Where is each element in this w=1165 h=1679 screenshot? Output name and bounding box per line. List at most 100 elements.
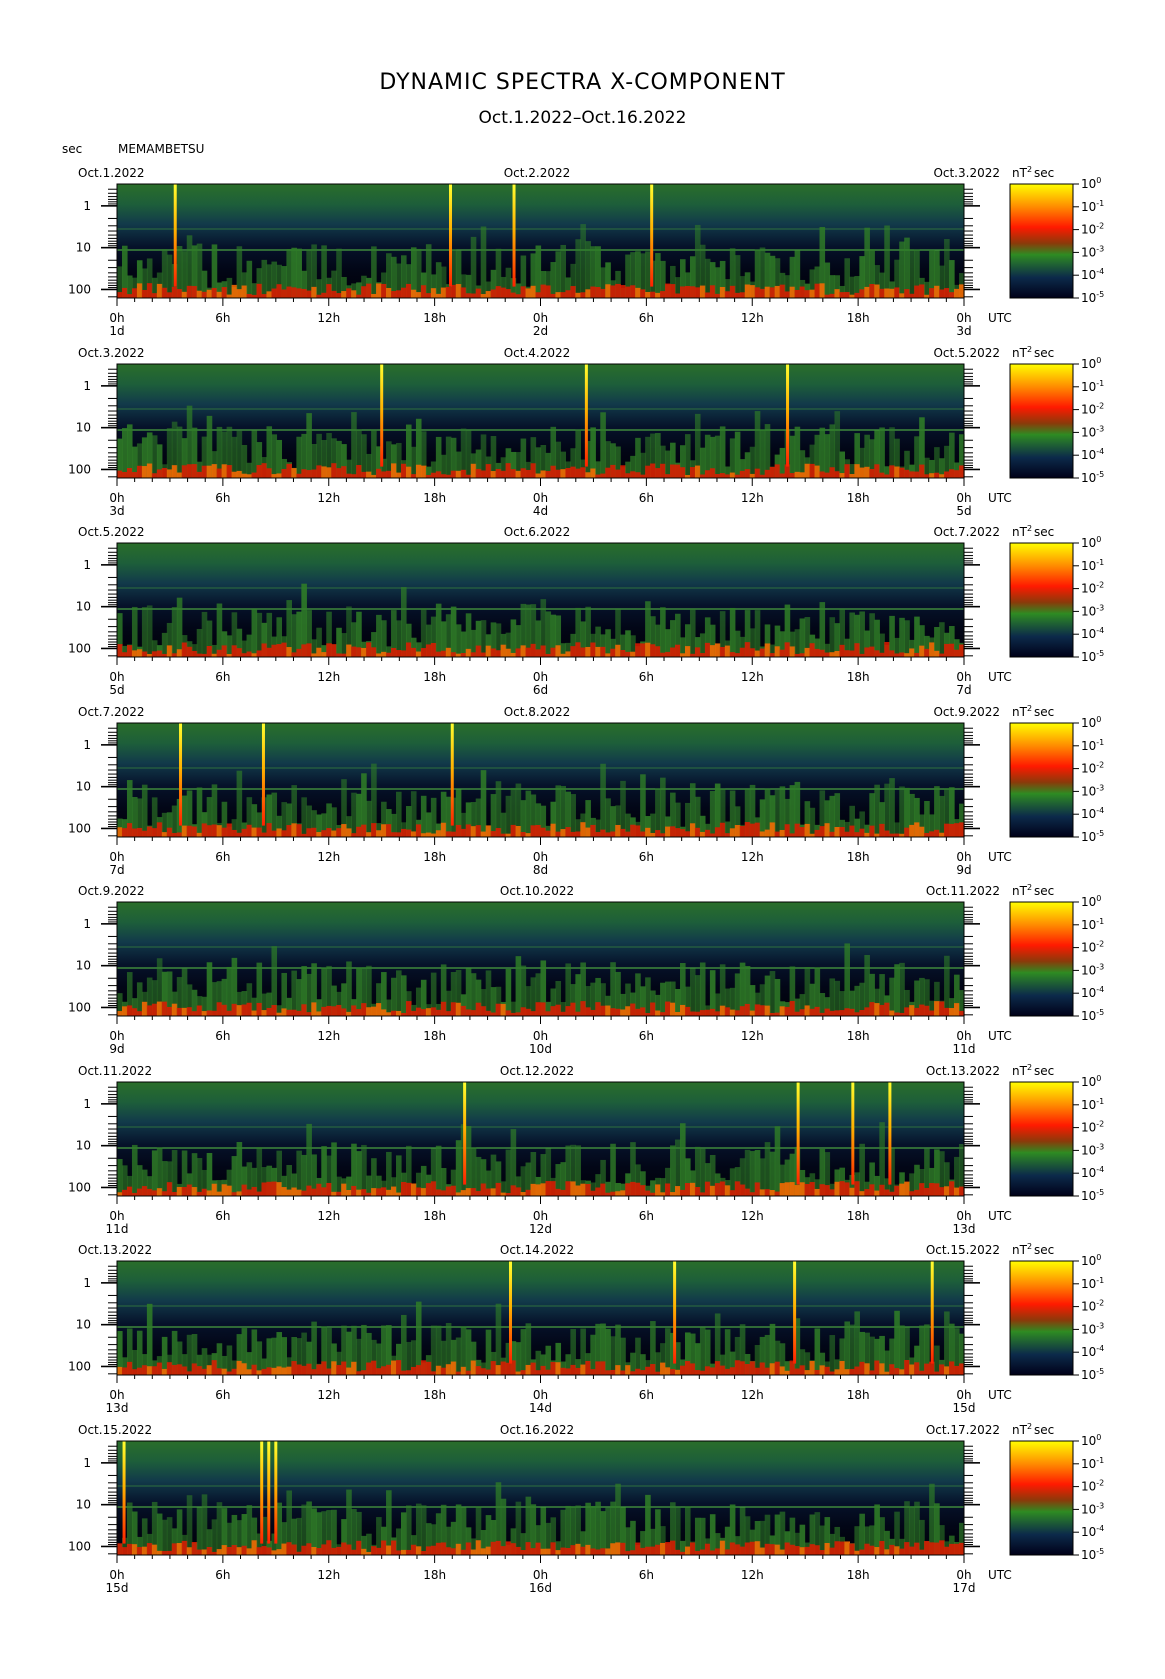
activity-column	[714, 435, 721, 478]
activity-peak	[784, 1006, 791, 1016]
activity-peak	[914, 285, 920, 298]
activity-peak	[261, 1182, 268, 1196]
y-tick-label: 10	[76, 241, 91, 255]
day-right-label: 13d	[953, 1222, 976, 1236]
activity-peak	[914, 471, 920, 478]
activity-column	[261, 259, 268, 298]
colorbar-tick-label: 10-3	[1081, 603, 1104, 618]
activity-column	[605, 1328, 611, 1375]
x-tick-label: 6h	[639, 670, 654, 684]
activity-peak	[714, 1183, 721, 1196]
activity-peak	[216, 1368, 223, 1375]
activity-peak	[450, 1361, 457, 1375]
activity-column	[291, 614, 297, 657]
activity-peak	[296, 1364, 302, 1375]
activity-peak	[630, 471, 636, 478]
activity-peak	[680, 829, 686, 837]
activity-peak	[585, 1007, 591, 1016]
x-tick-label: 0h	[109, 850, 124, 864]
date-right-label: Oct.9.2022	[933, 705, 1000, 719]
activity-column	[944, 1311, 950, 1375]
spike-event	[261, 723, 265, 826]
activity-peak	[226, 1371, 233, 1375]
activity-column	[236, 770, 243, 837]
activity-column	[864, 954, 870, 1016]
activity-peak	[166, 469, 173, 478]
activity-peak	[749, 1361, 756, 1375]
activity-column	[480, 620, 487, 657]
spike-event	[173, 184, 177, 287]
activity-peak	[415, 292, 422, 298]
activity-column	[749, 1151, 756, 1196]
activity-peak	[371, 1360, 377, 1375]
activity-peak	[635, 472, 641, 478]
y-tick-label: 10	[76, 780, 91, 794]
activity-column	[630, 1520, 636, 1555]
activity-column	[540, 1507, 547, 1555]
activity-peak	[336, 1365, 342, 1375]
activity-peak	[291, 652, 297, 657]
activity-peak	[361, 1003, 367, 1016]
activity-peak	[625, 1006, 631, 1016]
activity-peak	[480, 1368, 487, 1375]
colorbar	[1009, 363, 1074, 479]
activity-peak	[121, 1189, 128, 1196]
activity-peak	[291, 823, 297, 837]
activity-peak	[216, 468, 223, 478]
activity-peak	[435, 1009, 442, 1016]
activity-peak	[824, 1366, 831, 1375]
activity-peak	[336, 653, 342, 657]
activity-peak	[555, 292, 562, 298]
activity-peak	[520, 831, 527, 837]
activity-column	[595, 1501, 601, 1555]
activity-peak	[226, 294, 233, 298]
activity-peak	[545, 1181, 552, 1196]
activity-peak	[435, 293, 442, 298]
colorbar-tick-label: 10-2	[1081, 222, 1104, 237]
colorbar	[1009, 1440, 1074, 1556]
activity-peak	[361, 286, 367, 298]
activity-peak	[739, 1006, 746, 1016]
activity-column	[684, 434, 691, 478]
activity-peak	[336, 1191, 342, 1196]
colorbar-unit-exp: 2	[1027, 345, 1032, 354]
activity-peak	[949, 292, 955, 298]
activity-column	[326, 1328, 332, 1375]
activity-peak	[206, 1010, 213, 1016]
activity-peak	[884, 474, 890, 478]
activity-peak	[580, 1183, 586, 1196]
colorbar-tick-label: 10-5	[1081, 649, 1104, 664]
activity-peak	[376, 468, 382, 478]
activity-peak	[694, 827, 701, 837]
colorbar-tick-label: 10-4	[1081, 1344, 1104, 1359]
activity-peak	[555, 645, 562, 657]
activity-peak	[530, 825, 537, 837]
activity-peak	[645, 1190, 651, 1196]
date-left-label: Oct.13.2022	[78, 1243, 152, 1257]
activity-peak	[879, 472, 885, 478]
activity-peak	[341, 1183, 347, 1196]
colorbar-unit-label: nT2 sec	[1012, 704, 1054, 719]
activity-peak	[400, 1181, 407, 1196]
activity-column	[520, 800, 527, 837]
activity-peak	[694, 287, 701, 298]
colorbar	[1009, 1081, 1074, 1197]
activity-peak	[789, 473, 796, 478]
activity-peak	[864, 466, 870, 478]
activity-peak	[839, 473, 846, 478]
activity-peak	[789, 1001, 796, 1016]
activity-peak	[121, 1547, 128, 1555]
activity-peak	[684, 1361, 691, 1375]
activity-peak	[744, 1364, 751, 1375]
x-tick-label: 12h	[741, 1209, 764, 1223]
activity-peak	[425, 1361, 432, 1375]
activity-peak	[754, 1367, 761, 1375]
activity-peak	[515, 470, 522, 478]
activity-peak	[939, 832, 945, 837]
activity-peak	[540, 1365, 547, 1375]
activity-peak	[769, 1363, 776, 1375]
activity-peak	[779, 284, 786, 298]
activity-peak	[136, 1367, 143, 1375]
activity-peak	[321, 1006, 327, 1016]
activity-peak	[246, 651, 253, 657]
